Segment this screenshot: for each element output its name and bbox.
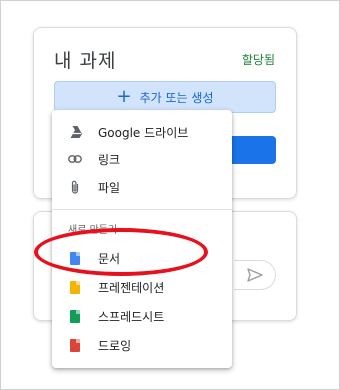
add-or-create-label: 추가 또는 생성	[139, 90, 214, 105]
menu-item-label: 드로잉	[98, 338, 132, 353]
annotation-ellipse	[34, 228, 208, 276]
add-or-create-button[interactable]: + 추가 또는 생성	[54, 81, 276, 113]
google-slides-icon	[68, 280, 82, 294]
attachment-icon	[68, 180, 82, 194]
plus-icon: +	[116, 86, 132, 107]
menu-item-label: 스프레드시트	[98, 309, 165, 324]
google-sheets-icon	[68, 309, 82, 323]
menu-divider	[52, 209, 232, 210]
send-comment-button[interactable]	[234, 260, 276, 290]
google-drawings-icon	[68, 338, 82, 352]
menu-item-label: 프레젠테이션	[98, 280, 165, 295]
google-drive-icon	[68, 125, 82, 139]
status-label: 할당됨	[241, 53, 275, 67]
card-title: 내 과제	[54, 50, 117, 72]
menu-item-drawings[interactable]: 드로잉	[52, 332, 232, 358]
menu-item-label: 파일	[98, 180, 121, 195]
menu-item-google-drive[interactable]: Google 드라이브	[52, 119, 232, 145]
menu-item-slides[interactable]: 프레젠테이션	[52, 274, 232, 300]
send-icon	[246, 268, 263, 282]
menu-item-sheets[interactable]: 스프레드시트	[52, 303, 232, 329]
menu-item-label: 링크	[98, 152, 121, 167]
menu-item-link[interactable]: 링크	[52, 146, 232, 172]
menu-item-file[interactable]: 파일	[52, 174, 232, 200]
menu-item-label: Google 드라이브	[98, 125, 189, 140]
link-icon	[68, 152, 82, 166]
